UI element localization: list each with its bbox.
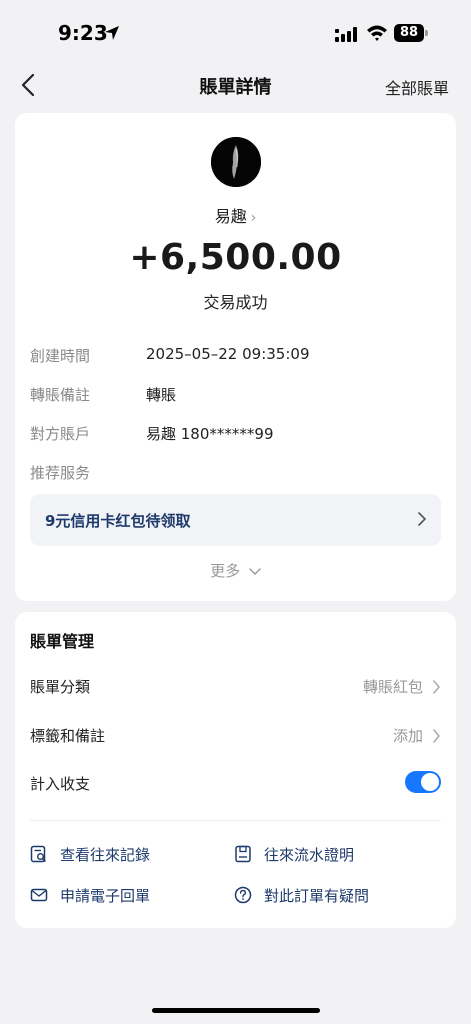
link-label: 申請電子回單 <box>60 887 151 905</box>
transaction-status: 交易成功 <box>203 293 268 312</box>
detail-value: 轉賬 <box>146 386 177 404</box>
detail-value: 2025–05–22 09:35:09 <box>146 345 310 363</box>
mail-icon <box>30 888 48 902</box>
chevron-right-icon: › <box>250 210 257 226</box>
chevron-right-icon <box>433 680 440 694</box>
location-arrow-icon <box>105 26 119 40</box>
bill-management-card: 賬單管理 賬單分類 轉賬紅包 標籤和備註 添加 計入收支 查看往來記錄 往來流水… <box>15 612 456 928</box>
avatar-image-icon <box>211 137 261 187</box>
cellular-signal-icon <box>335 27 357 42</box>
home-indicator <box>152 1008 320 1013</box>
detail-label: 創建時間 <box>30 347 91 365</box>
payee-name[interactable]: 易趣 › <box>15 203 456 227</box>
row-label: 賬單分類 <box>30 678 91 696</box>
bill-category-row[interactable]: 賬單分類 轉賬紅包 <box>30 676 441 700</box>
payee-avatar[interactable] <box>211 137 261 187</box>
transaction-card: 易趣 › +6,500.00 交易成功 創建時間 2025–05–22 09:35… <box>15 113 456 601</box>
chevron-right-icon <box>433 729 440 743</box>
row-value: 添加 <box>392 727 423 745</box>
section-title: 賬單管理 <box>30 632 95 651</box>
wifi-icon <box>367 25 387 41</box>
search-record-icon <box>30 845 47 863</box>
detail-label: 對方賬戶 <box>30 425 91 443</box>
battery-indicator: 88 <box>394 24 424 42</box>
battery-cap <box>425 30 428 36</box>
row-label: 標籤和備註 <box>30 727 106 745</box>
more-label: 更多 <box>210 562 241 580</box>
status-bar: 9:23 88 <box>0 0 471 64</box>
navigation-bar: 賬單詳情 全部賬單 <box>0 64 471 108</box>
chevron-right-icon <box>418 512 427 526</box>
payee-label: 易趣 <box>214 207 247 226</box>
detail-value: 易趣 180******99 <box>146 425 274 443</box>
link-label: 查看往來記錄 <box>60 846 151 864</box>
row-value: 轉賬紅包 <box>362 678 423 696</box>
include-toggle[interactable] <box>405 771 441 793</box>
credit-card-promo-banner[interactable]: 9元信用卡红包待领取 <box>30 494 441 546</box>
tags-notes-row[interactable]: 標籤和備註 添加 <box>30 725 441 749</box>
divider <box>30 820 441 821</box>
promo-text: 9元信用卡红包待领取 <box>45 512 191 530</box>
recommend-label: 推荐服务 <box>30 464 91 482</box>
detail-label: 轉賬備註 <box>30 386 91 404</box>
all-bills-link[interactable]: 全部賬單 <box>385 75 449 99</box>
transaction-amount: +6,500.00 <box>129 237 342 278</box>
chevron-down-icon <box>249 568 261 575</box>
link-label: 往來流水證明 <box>264 846 355 864</box>
include-in-balance-row: 計入收支 <box>30 771 441 797</box>
document-icon <box>235 845 251 863</box>
toggle-knob <box>421 773 439 791</box>
status-time: 9:23 <box>58 21 108 45</box>
more-toggle[interactable]: 更多 <box>15 560 456 581</box>
question-icon <box>234 886 252 904</box>
row-label: 計入收支 <box>30 775 91 793</box>
link-label: 對此訂單有疑問 <box>264 887 370 905</box>
